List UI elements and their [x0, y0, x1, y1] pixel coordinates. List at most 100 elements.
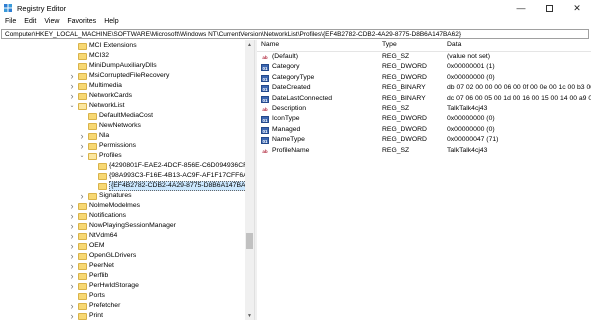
tree-item[interactable]: › PeerNet — [0, 261, 245, 271]
folder-icon — [78, 223, 87, 230]
tree-item[interactable]: Ports — [0, 291, 245, 301]
tree-item-label: Ports — [89, 292, 105, 299]
value-row[interactable]: ab Description REG_SZ TalkTalk4cj43 — [257, 104, 591, 114]
tree-item[interactable]: NewNetworks — [0, 121, 245, 131]
folder-icon — [78, 313, 87, 320]
scroll-thumb[interactable] — [246, 233, 253, 249]
tree-item[interactable]: › Signatures — [0, 191, 245, 201]
chevron-right-icon[interactable]: › — [69, 271, 75, 281]
chevron-right-icon[interactable]: › — [69, 281, 75, 291]
folder-icon — [88, 153, 97, 160]
tree-item[interactable]: › MsiCorruptedFileRecovery — [0, 71, 245, 81]
tree-item[interactable]: › NtVdm64 — [0, 231, 245, 241]
close-icon: ✕ — [573, 2, 581, 13]
tree-item[interactable]: › Permissions — [0, 141, 245, 151]
chevron-right-icon[interactable]: › — [69, 311, 75, 320]
folder-icon — [78, 293, 87, 300]
folder-icon — [98, 173, 107, 180]
minimize-button[interactable]: — — [507, 0, 535, 16]
tree-item[interactable]: › OpenGLDrivers — [0, 251, 245, 261]
tree-item[interactable]: {98A993C3-F16E-4B13-AC9F-AF1F17CFF6A7} — [0, 171, 254, 181]
chevron-right-icon[interactable]: › — [79, 141, 85, 151]
value-name: Managed — [272, 125, 301, 133]
tree-item-label: MCI32 — [89, 52, 110, 59]
chevron-right-icon[interactable]: › — [69, 201, 75, 211]
tree-item[interactable]: › NetworkCards — [0, 91, 245, 101]
folder-icon — [78, 83, 87, 90]
chevron-right-icon[interactable]: › — [69, 261, 75, 271]
tree-item-label: MiniDumpAuxiliaryDlls — [89, 62, 157, 69]
menu-view[interactable]: View — [40, 16, 63, 28]
column-header-name[interactable]: Name — [261, 41, 279, 48]
tree-item[interactable]: › Perflib — [0, 271, 245, 281]
value-row[interactable]: 01 Category REG_DWORD 0x00000001 (1) — [257, 62, 591, 72]
chevron-right-icon[interactable]: › — [79, 131, 85, 141]
tree-item[interactable]: › NolmeModelmes — [0, 201, 245, 211]
chevron-right-icon[interactable]: › — [69, 71, 75, 81]
tree-item-label: MsiCorruptedFileRecovery — [89, 72, 170, 79]
scroll-down-icon[interactable]: ▼ — [245, 311, 254, 320]
tree-item[interactable]: MiniDumpAuxiliaryDlls — [0, 61, 245, 71]
binary-value-icon: 01 — [261, 85, 269, 93]
tree-item[interactable]: › Notifications — [0, 211, 245, 221]
maximize-button[interactable] — [535, 0, 563, 16]
tree-item[interactable]: ⌄ Profiles — [0, 151, 245, 161]
value-list[interactable]: Name Type Data ab (Default) REG_SZ (value n… — [257, 40, 591, 320]
tree-item[interactable]: DefaultMediaCost — [0, 111, 245, 121]
menu-help[interactable]: Help — [100, 16, 122, 28]
value-name: NameType — [272, 136, 305, 144]
value-row[interactable]: 01 DateLastConnected REG_BINARY dc 07 06 00… — [257, 94, 591, 104]
value-row[interactable]: 01 DateCreated REG_BINARY db 07 02 00 00 00… — [257, 83, 591, 93]
tree-item[interactable]: › Multimedia — [0, 81, 245, 91]
tree-item-label: {EF4B2782-CDB2-4A29-8775-D8B6A147BA62} — [109, 181, 254, 191]
value-row[interactable]: 01 Managed REG_DWORD 0x00000000 (0) — [257, 125, 591, 135]
menu-edit[interactable]: Edit — [20, 16, 40, 28]
column-header-data[interactable]: Data — [447, 41, 461, 48]
tree-item[interactable]: › Prefetcher — [0, 301, 245, 311]
address-bar[interactable]: Computer\HKEY_LOCAL_MACHINE\SOFTWARE\Mic… — [1, 29, 589, 39]
tree-item[interactable]: › PerHwIdStorage — [0, 281, 245, 291]
tree-item[interactable]: › Print — [0, 311, 245, 320]
chevron-right-icon[interactable]: › — [69, 251, 75, 261]
value-row[interactable]: 01 IconType REG_DWORD 0x00000000 (0) — [257, 114, 591, 124]
tree-item[interactable]: MCI32 — [0, 51, 245, 61]
chevron-right-icon[interactable]: › — [69, 211, 75, 221]
chevron-right-icon[interactable]: › — [69, 241, 75, 251]
string-value-icon: ab — [262, 107, 268, 112]
tree-item[interactable]: {EF4B2782-CDB2-4A29-8775-D8B6A147BA62} — [0, 181, 254, 191]
tree-item-label: Nla — [99, 132, 110, 139]
menu-favorites[interactable]: Favorites — [63, 16, 100, 28]
folder-icon — [78, 53, 87, 60]
chevron-down-icon[interactable]: ⌄ — [69, 101, 75, 111]
chevron-down-icon[interactable]: ⌄ — [79, 151, 85, 161]
value-row[interactable]: 01 NameType REG_DWORD 0x00000047 (71) — [257, 135, 591, 145]
binary-value-icon: 01 — [261, 64, 269, 72]
chevron-right-icon[interactable]: › — [69, 221, 75, 231]
tree-item[interactable]: › Nla — [0, 131, 245, 141]
tree-item-label: NowPlayingSessionManager — [89, 222, 176, 229]
tree-item[interactable]: {4290801F-EAE2-4DCF-856E-C6D094936CFC} — [0, 161, 254, 171]
value-row[interactable]: ab (Default) REG_SZ (value not set) — [257, 52, 591, 62]
chevron-right-icon[interactable]: › — [69, 231, 75, 241]
tree-scrollbar[interactable]: ▲ ▼ — [245, 40, 254, 320]
title-bar: Registry Editor — ✕ — [0, 0, 591, 16]
chevron-right-icon[interactable]: › — [79, 191, 85, 201]
value-type: REG_DWORD — [382, 115, 427, 123]
tree-item[interactable]: MCI Extensions — [0, 41, 245, 51]
chevron-right-icon[interactable]: › — [69, 301, 75, 311]
tree-item[interactable]: ⌄ NetworkList — [0, 101, 245, 111]
tree-item[interactable]: › NowPlayingSessionManager — [0, 221, 245, 231]
value-row[interactable]: ab ProfileName REG_SZ TalkTalk4cj43 — [257, 146, 591, 156]
registry-tree[interactable]: MCI Extensions MCI32 MiniDumpAuxiliaryDlls… — [0, 40, 254, 320]
value-row[interactable]: 01 CategoryType REG_DWORD 0x00000000 (0) — [257, 73, 591, 83]
chevron-right-icon[interactable]: › — [69, 91, 75, 101]
scroll-up-icon[interactable]: ▲ — [245, 40, 254, 49]
string-value-icon: ab — [262, 148, 268, 154]
tree-item[interactable]: › OEM — [0, 241, 245, 251]
chevron-right-icon[interactable]: › — [69, 81, 75, 91]
list-header: Name Type Data — [257, 40, 591, 52]
close-button[interactable]: ✕ — [563, 0, 591, 16]
column-header-type[interactable]: Type — [382, 41, 397, 48]
folder-icon — [98, 163, 107, 170]
menu-file[interactable]: File — [0, 16, 20, 28]
